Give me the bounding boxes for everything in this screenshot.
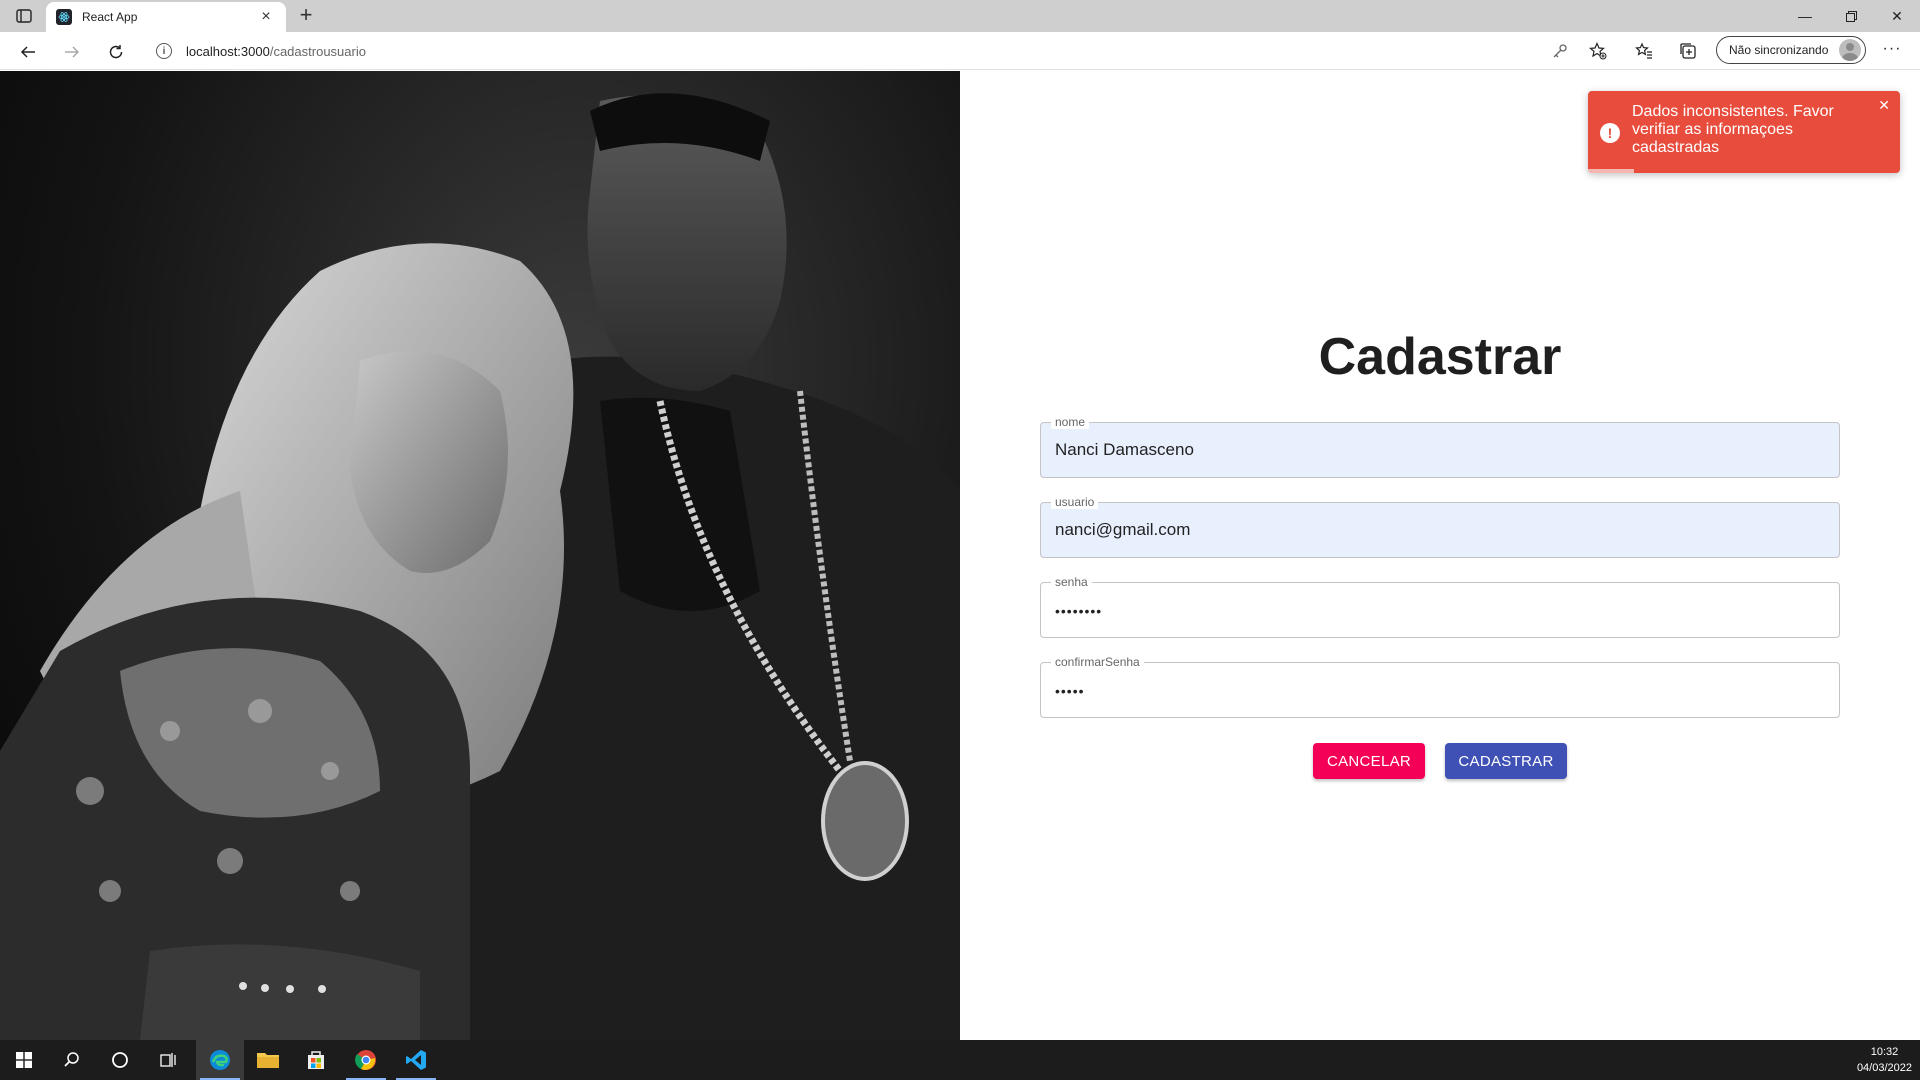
error-toast: ! Dados inconsistentes. Favor verifiar a…: [1588, 91, 1900, 173]
window-controls: — ✕: [1782, 0, 1920, 32]
senha-field[interactable]: senha ••••••••: [1040, 575, 1840, 638]
store-icon[interactable]: [292, 1040, 340, 1080]
search-icon[interactable]: [48, 1040, 96, 1080]
collections-icon[interactable]: [1674, 37, 1702, 65]
browser-toolbar: i localhost:3000/cadastrousuario: [0, 32, 1920, 70]
new-tab-button[interactable]: +: [294, 4, 318, 28]
exclamation-circle-icon: !: [1600, 123, 1620, 143]
forward-icon[interactable]: [58, 38, 86, 66]
confirmar-senha-field[interactable]: confirmarSenha •••••: [1040, 655, 1840, 718]
site-info-icon[interactable]: i: [156, 43, 172, 59]
add-favorite-icon[interactable]: [1584, 37, 1612, 65]
more-options-icon[interactable]: ···: [1878, 36, 1906, 64]
chrome-taskbar-icon[interactable]: [342, 1040, 390, 1080]
toast-message: Dados inconsistentes. Favor verifiar as …: [1632, 103, 1834, 156]
vscode-taskbar-icon[interactable]: [392, 1040, 440, 1080]
close-tab-icon[interactable]: ×: [256, 8, 276, 26]
usuario-label: usuario: [1051, 495, 1099, 509]
task-view-icon[interactable]: [144, 1040, 192, 1080]
nome-field[interactable]: nome Nanci Damasceno: [1040, 415, 1840, 478]
usuario-value: nanci@gmail.com: [1055, 520, 1191, 539]
react-logo-icon: [56, 9, 72, 25]
usuario-field[interactable]: usuario nanci@gmail.com: [1040, 495, 1840, 558]
couple-photo: [0, 71, 960, 1040]
key-icon[interactable]: [1546, 37, 1574, 65]
page: Cadastrar nome Nanci Damasceno usuario n…: [0, 71, 1920, 1040]
confirmar-senha-label: confirmarSenha: [1051, 655, 1144, 669]
nome-label: nome: [1051, 415, 1090, 429]
browser-tab[interactable]: React App ×: [46, 2, 286, 32]
senha-value: ••••••••: [1055, 603, 1103, 619]
url-host: localhost:3000: [186, 43, 270, 59]
close-window-icon[interactable]: ✕: [1874, 0, 1920, 32]
clock-date: 04/03/2022: [1856, 1062, 1912, 1074]
favorites-icon[interactable]: [1630, 37, 1658, 65]
submit-button[interactable]: CADASTRAR: [1445, 743, 1567, 779]
cancel-button[interactable]: CANCELAR: [1313, 743, 1425, 779]
register-form: Cadastrar nome Nanci Damasceno usuario n…: [1040, 71, 1840, 1040]
tab-actions-icon[interactable]: [12, 6, 36, 26]
page-title: Cadastrar: [1318, 328, 1562, 386]
edge-taskbar-icon[interactable]: [196, 1040, 244, 1080]
windows-start-icon[interactable]: [0, 1040, 48, 1080]
profile-sync-button[interactable]: Não sincronizando: [1716, 36, 1866, 64]
minimize-icon[interactable]: —: [1782, 0, 1828, 32]
windows-taskbar: 10:32 04/03/2022: [0, 1040, 1920, 1080]
senha-label: senha: [1051, 575, 1092, 589]
cortana-icon[interactable]: [96, 1040, 144, 1080]
back-icon[interactable]: [14, 38, 42, 66]
toast-progress-bar: [1588, 169, 1634, 173]
system-clock[interactable]: 10:32 04/03/2022: [1857, 1044, 1912, 1076]
restore-icon[interactable]: [1828, 0, 1874, 32]
clock-time: 10:32: [1870, 1046, 1899, 1058]
address-bar[interactable]: i localhost:3000/cadastrousuario: [144, 36, 1620, 66]
profile-avatar-icon: [1839, 39, 1861, 61]
confirmar-senha-value: •••••: [1055, 683, 1085, 699]
sync-status-label: Não sincronizando: [1729, 43, 1829, 57]
browser-tabstrip: React App × + — ✕: [0, 0, 1920, 32]
url-path: /cadastrousuario: [269, 43, 366, 59]
close-toast-icon[interactable]: ✕: [1878, 97, 1890, 114]
nome-value: Nanci Damasceno: [1055, 440, 1194, 459]
tab-title: React App: [82, 10, 138, 24]
file-explorer-icon[interactable]: [244, 1040, 292, 1080]
refresh-icon[interactable]: [102, 38, 130, 66]
